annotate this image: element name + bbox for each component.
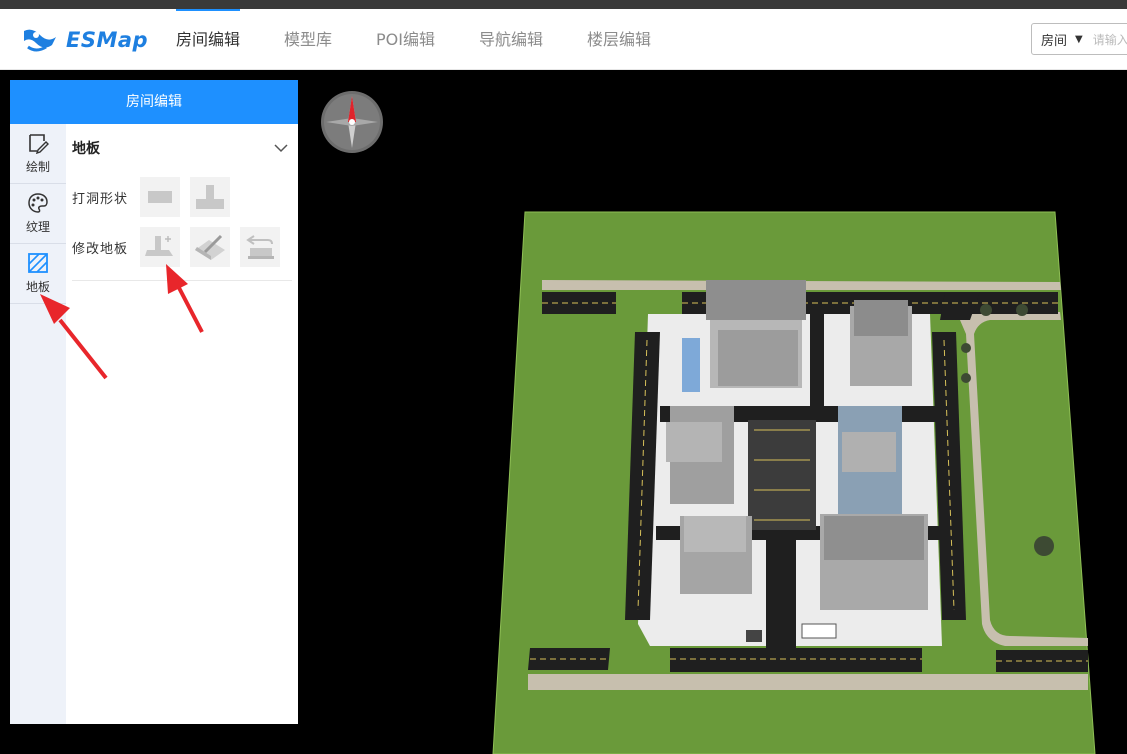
app-header: ESMap 房间编辑 模型库 POI编辑 导航编辑 楼层编辑 房间 ▼ 请输入 [0, 9, 1127, 70]
esmap-logo[interactable]: ESMap [22, 25, 148, 55]
tab-poi-edit[interactable]: POI编辑 [376, 9, 435, 70]
tab-navigation-edit[interactable]: 导航编辑 [479, 9, 543, 70]
red-arrow-icon [40, 294, 70, 324]
main-nav: 房间编辑 模型库 POI编辑 导航编辑 楼层编辑 [176, 9, 695, 70]
red-arrow-icon [166, 264, 188, 294]
building [838, 406, 902, 524]
3d-map-view[interactable] [490, 210, 1100, 754]
tab-floor-edit[interactable]: 楼层编辑 [587, 9, 651, 70]
esmap-logo-icon [24, 29, 56, 52]
window-top-strip [0, 0, 1127, 9]
caret-down-icon[interactable]: ▼ [1075, 34, 1083, 45]
building [850, 300, 912, 386]
room-search-box[interactable]: 房间 ▼ 请输入 [1031, 23, 1127, 55]
compass-icon[interactable] [320, 90, 384, 154]
annotation-arrows [40, 264, 204, 380]
building [666, 406, 734, 504]
building [680, 516, 752, 594]
room-search-input[interactable]: 请输入 [1093, 31, 1127, 48]
building [820, 514, 928, 610]
parking-lot [748, 420, 816, 530]
tab-room-edit[interactable]: 房间编辑 [176, 9, 241, 70]
building [706, 280, 806, 388]
room-type-select[interactable]: 房间 [1041, 30, 1067, 49]
tab-model-library[interactable]: 模型库 [284, 9, 332, 70]
logo-text: ESMap [66, 28, 149, 52]
solar-panel [682, 338, 700, 392]
room-edit-panel: 房间编辑 绘制 纹理 地板 地板 打洞形状 修改地板 [10, 80, 298, 724]
